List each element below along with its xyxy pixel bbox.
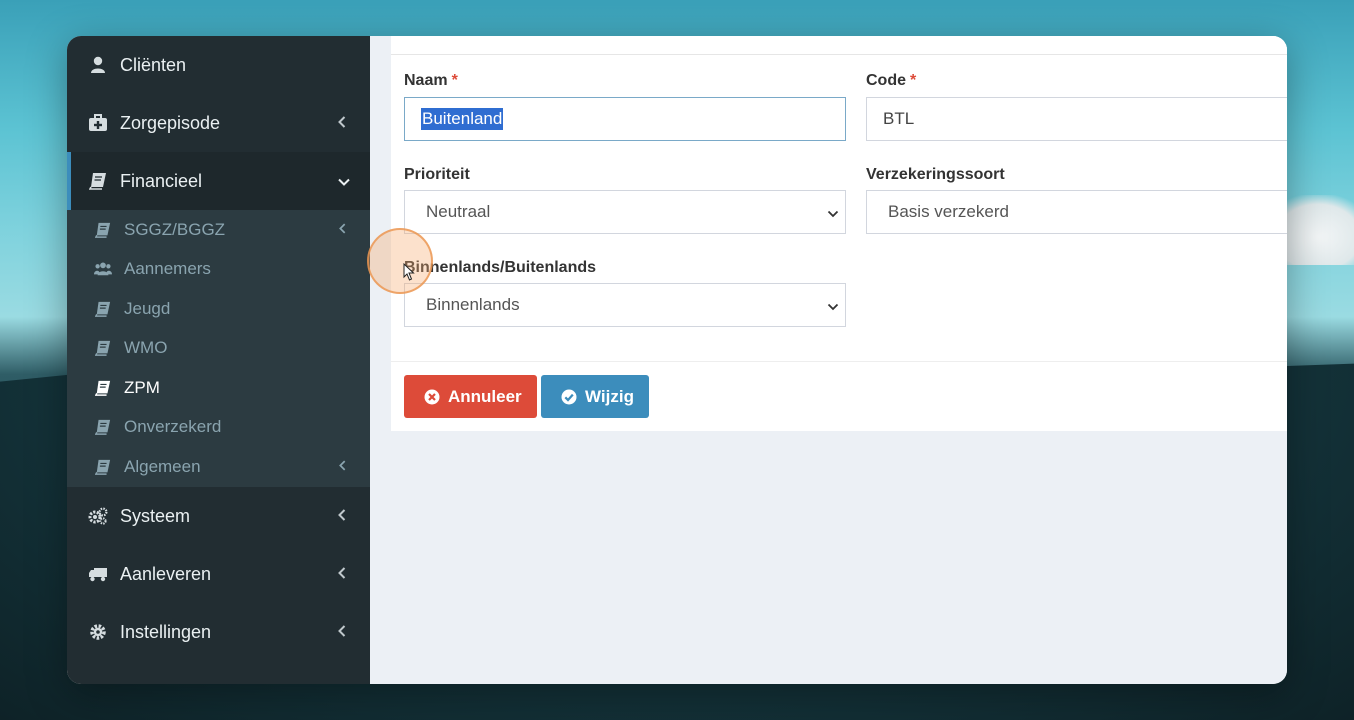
verzekeringssoort-select-value: Basis verzekerd: [888, 202, 1009, 221]
book-icon: [94, 380, 112, 396]
book-icon: [88, 172, 108, 190]
submenu-item-label: Aannemers: [124, 258, 211, 278]
book-icon: [94, 301, 112, 317]
verzekeringssoort-label: Verzekeringssoort: [866, 166, 1005, 183]
users-icon: [94, 261, 112, 277]
code-label-text: Code: [866, 72, 906, 89]
sidebar-item-label: Cliënten: [120, 54, 187, 75]
sidebar-item-clienten[interactable]: Cliënten: [67, 36, 370, 94]
sidebar-item-label: Zorgepisode: [120, 112, 221, 133]
check-circle-icon: [561, 389, 577, 405]
book-icon: [94, 459, 112, 475]
click-highlight: [367, 228, 433, 294]
naam-label-text: Naam: [404, 72, 448, 89]
binnenlands-select-value: Binnenlands: [426, 295, 520, 314]
chevron-left-icon: [338, 624, 346, 640]
code-label: Code *: [866, 72, 916, 90]
sidebar-item-aanleveren[interactable]: Aanleveren: [67, 545, 370, 603]
truck-icon: [88, 566, 108, 582]
prioriteit-select-value: Neutraal: [426, 202, 491, 221]
gears-icon: [88, 507, 108, 525]
chevron-left-icon: [338, 115, 346, 131]
book-icon: [94, 222, 112, 238]
app-window: Cliënten Zorgepisode Financieel SGGZ/BGG…: [67, 36, 1287, 684]
sidebar-item-systeem[interactable]: Systeem: [67, 487, 370, 545]
naam-label: Naam *: [404, 72, 458, 90]
times-circle-icon: [424, 389, 440, 405]
chevron-left-icon: [338, 566, 346, 582]
submenu-item-label: ZPM: [124, 377, 160, 397]
financieel-submenu: SGGZ/BGGZ Aannemers Jeugd WMO ZPM Onverz…: [67, 210, 370, 487]
user-icon: [88, 56, 108, 74]
submenu-item-label: Algemeen: [124, 456, 201, 476]
submenu-item-sggz-bggz[interactable]: SGGZ/BGGZ: [67, 210, 370, 249]
chevron-left-icon: [338, 508, 346, 524]
required-marker: *: [910, 72, 917, 89]
sidebar-item-label: Aanleveren: [120, 563, 212, 584]
cancel-button-label: Annuleer: [448, 386, 522, 406]
submenu-item-zpm[interactable]: ZPM: [67, 368, 370, 407]
sidebar-item-zorgepisode[interactable]: Zorgepisode: [67, 94, 370, 152]
required-marker: *: [451, 72, 458, 89]
submenu-item-onverzekerd[interactable]: Onverzekerd: [67, 407, 370, 446]
sidebar-item-financieel[interactable]: Financieel: [67, 152, 374, 210]
chevron-down-icon: [827, 298, 839, 318]
box-header: [391, 36, 1287, 55]
binnenlands-select[interactable]: Binnenlands: [404, 283, 846, 327]
gear-icon: [88, 623, 108, 641]
mouse-pointer-icon: [403, 262, 415, 286]
cancel-button[interactable]: Annuleer: [404, 375, 537, 418]
book-icon: [94, 340, 112, 356]
submenu-item-algemeen[interactable]: Algemeen: [67, 447, 370, 486]
chevron-down-icon: [827, 205, 839, 225]
prioriteit-select[interactable]: Neutraal: [404, 190, 846, 234]
chevron-left-icon: [339, 222, 346, 237]
naam-input[interactable]: Buitenland: [404, 97, 846, 141]
main-content: Naam * Buitenland Code * BTL Prioriteit Ne…: [370, 36, 1287, 684]
verzekeringssoort-select[interactable]: Basis verzekerd: [866, 190, 1287, 234]
chevron-left-icon: [339, 459, 346, 474]
submenu-item-wmo[interactable]: WMO: [67, 328, 370, 367]
submenu-item-label: Onverzekerd: [124, 416, 222, 436]
sidebar: Cliënten Zorgepisode Financieel SGGZ/BGG…: [67, 36, 374, 684]
code-input[interactable]: BTL: [866, 97, 1287, 141]
book-icon: [94, 419, 112, 435]
medkit-icon: [88, 114, 108, 132]
sidebar-item-label: Financieel: [120, 170, 203, 191]
submenu-item-aannemers[interactable]: Aannemers: [67, 249, 370, 288]
submenu-item-label: SGGZ/BGGZ: [124, 219, 226, 239]
submenu-item-label: WMO: [124, 337, 168, 357]
form-footer: [391, 361, 1287, 362]
sidebar-item-label: Systeem: [120, 505, 191, 526]
submenu-item-jeugd[interactable]: Jeugd: [67, 289, 370, 328]
submenu-item-label: Jeugd: [124, 298, 171, 318]
naam-input-value: Buitenland: [421, 108, 504, 130]
chevron-down-icon: [338, 173, 350, 189]
save-button[interactable]: Wijzig: [541, 375, 649, 418]
sidebar-item-label: Instellingen: [120, 621, 212, 642]
edit-form-box: Naam * Buitenland Code * BTL Prioriteit Ne…: [391, 36, 1287, 431]
sidebar-item-instellingen[interactable]: Instellingen: [67, 603, 370, 661]
code-input-value: BTL: [883, 109, 915, 128]
prioriteit-label: Prioriteit: [404, 166, 470, 183]
save-button-label: Wijzig: [585, 386, 634, 406]
